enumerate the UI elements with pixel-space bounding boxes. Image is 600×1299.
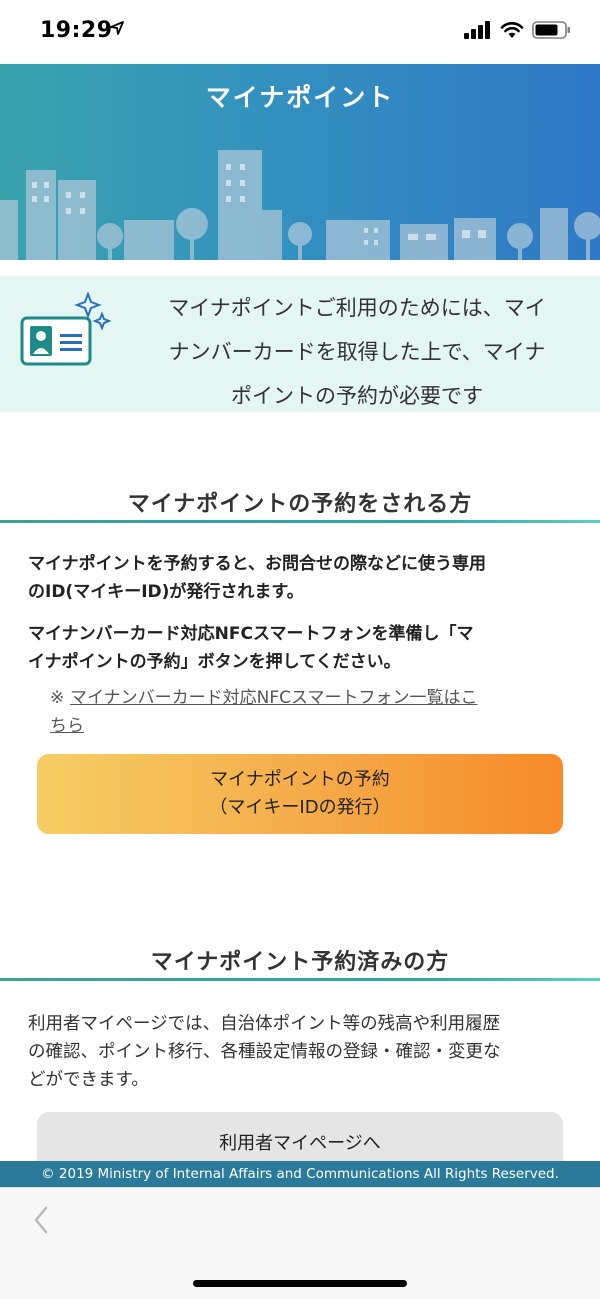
- cellular-signal-icon: [464, 21, 492, 43]
- text-line: どができます。: [28, 1070, 149, 1090]
- status-time: 19:29: [40, 18, 113, 43]
- section-divider: [0, 520, 600, 523]
- footer-copyright: © 2019 Ministry of Internal Affairs and …: [0, 1161, 600, 1187]
- button-sublabel: （マイキーIDの発行）: [209, 797, 391, 818]
- chevron-left-icon[interactable]: [28, 1202, 58, 1238]
- wifi-icon: [500, 21, 524, 43]
- battery-icon: [532, 20, 572, 44]
- reserve-instructions: マイナンバーカード対応NFCスマートフォンを準備し「マ イナポイントの予約」ボタ…: [28, 620, 574, 676]
- note-mark: ※: [50, 688, 65, 708]
- reserve-description: マイナポイントを予約すると、お問合せの際などに使う専用 のID(マイキーID)が…: [28, 550, 574, 606]
- reserve-mynapoint-button[interactable]: マイナポイントの予約 （マイキーIDの発行）: [37, 754, 563, 834]
- status-bar: 19:29: [0, 0, 600, 64]
- header-banner: マイナポイント: [0, 64, 600, 260]
- home-indicator[interactable]: [193, 1280, 407, 1287]
- info-line: マイナポイントご利用のためには、マイ: [168, 296, 546, 320]
- reserve-section-heading: マイナポイントの予約をされる方: [127, 492, 473, 517]
- text-line: マイナンバーカード対応NFCスマートフォンを準備し「マ: [28, 624, 474, 644]
- info-line: ポイントの予約が必要です: [231, 384, 483, 408]
- browser-toolbar: [0, 1187, 600, 1299]
- spacer: [0, 260, 600, 276]
- button-label: 利用者マイページへ: [219, 1133, 381, 1154]
- nfc-smartphone-list-link-cont[interactable]: ちら: [50, 712, 84, 740]
- text-line: 利用者マイページでは、自治体ポイント等の残高や利用履歴: [28, 1014, 501, 1034]
- info-line: ナンバーカードを取得した上で、マイナ: [168, 340, 546, 364]
- section-divider: [0, 978, 600, 981]
- id-card-icon: [18, 291, 114, 376]
- text-line: イナポイントの予約」ボタンを押してください。: [28, 652, 401, 672]
- text-line: のID(マイキーID)が発行されます。: [28, 582, 304, 602]
- nfc-smartphone-list-link[interactable]: マイナンバーカード対応NFCスマートフォン一覧はこ: [70, 684, 550, 712]
- info-message: マイナポイントご利用のためには、マイ ナンバーカードを取得した上で、マイナ ポイ…: [132, 286, 582, 418]
- button-label: マイナポイントの予約: [210, 769, 390, 790]
- text-line: マイナポイントを予約すると、お問合せの際などに使う専用: [28, 554, 486, 574]
- reserved-section-heading: マイナポイント予約済みの方: [150, 950, 450, 975]
- mypage-description: 利用者マイページでは、自治体ポイント等の残高や利用履歴 の確認、ポイント移行、各…: [28, 1010, 574, 1094]
- location-arrow-icon: [110, 20, 124, 39]
- text-line: の確認、ポイント移行、各種設定情報の登録・確認・変更な: [28, 1042, 501, 1062]
- info-panel: マイナポイントご利用のためには、マイ ナンバーカードを取得した上で、マイナ ポイ…: [0, 276, 600, 412]
- page-title: マイナポイント: [205, 83, 395, 112]
